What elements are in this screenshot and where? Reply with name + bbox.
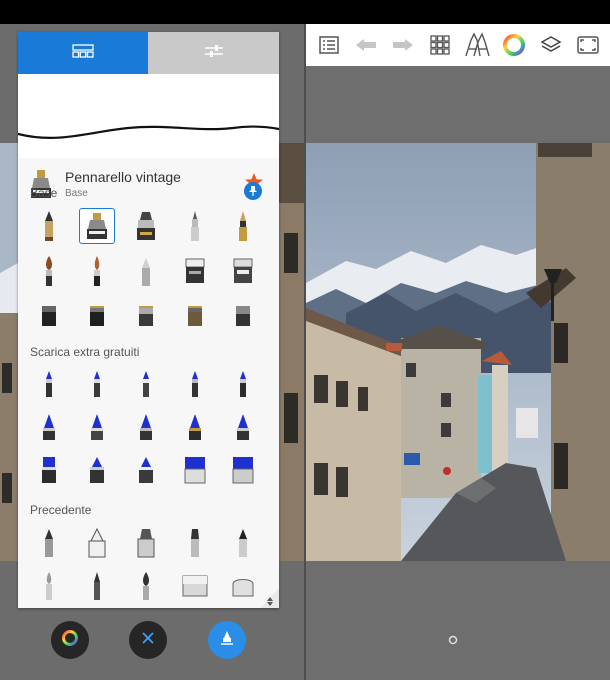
brush-pencil[interactable] xyxy=(31,208,67,244)
brush-airbrush[interactable] xyxy=(128,253,164,289)
brush-extra-13[interactable] xyxy=(128,452,164,488)
close-icon xyxy=(141,631,155,650)
brush-extra-8[interactable] xyxy=(128,409,164,445)
brush-previous-8[interactable] xyxy=(128,568,164,604)
brush-extra-9[interactable] xyxy=(177,409,213,445)
brush-previous-2[interactable] xyxy=(79,525,115,561)
list-icon[interactable] xyxy=(314,30,344,60)
brush-previous-3[interactable] xyxy=(128,525,164,561)
stroke-preview xyxy=(18,74,279,158)
tab-brush-settings[interactable] xyxy=(148,32,279,74)
brush-extra-1[interactable] xyxy=(31,366,67,402)
brush-extra-14[interactable] xyxy=(177,452,213,488)
brush-extra-11[interactable] xyxy=(31,452,67,488)
brush-previous-1[interactable] xyxy=(31,525,67,561)
brush-flat-marker[interactable] xyxy=(177,253,213,289)
brush-technical-pen[interactable] xyxy=(177,208,213,244)
brush-previous-4[interactable] xyxy=(177,525,213,561)
sliders-icon xyxy=(203,43,225,64)
undo-icon[interactable] xyxy=(351,30,381,60)
layers-icon[interactable] xyxy=(536,30,566,60)
drag-handle-icon[interactable] xyxy=(448,632,458,645)
brush-extra-12[interactable] xyxy=(79,452,115,488)
color-picker-button[interactable] xyxy=(51,621,89,659)
brush-library-panel: Pennarello vintage Base Base Scarica ext… xyxy=(18,32,279,608)
canvas-photo[interactable] xyxy=(306,143,610,561)
brush-pens-icon[interactable] xyxy=(462,30,492,60)
top-toolbar xyxy=(306,24,610,66)
brush-chisel-marker[interactable] xyxy=(128,208,164,244)
brush-ink-pen[interactable] xyxy=(225,208,261,244)
brush-library-icon xyxy=(72,43,94,63)
resize-handle-icon[interactable] xyxy=(261,588,279,608)
brush-round-brush[interactable] xyxy=(31,253,67,289)
section-label-previous: Precedente xyxy=(30,503,92,517)
status-bar xyxy=(0,0,610,24)
brush-extra-3[interactable] xyxy=(128,366,164,402)
brush-smudge[interactable] xyxy=(177,298,213,334)
section-label-extra: Scarica extra gratuiti xyxy=(30,345,140,359)
brush-extra-7[interactable] xyxy=(79,409,115,445)
brush-icon xyxy=(218,629,236,652)
brush-eraser-hard[interactable] xyxy=(79,298,115,334)
panel-tabs xyxy=(18,32,279,74)
brush-tool-button[interactable] xyxy=(208,621,246,659)
brush-set: Base xyxy=(65,188,88,199)
redo-icon[interactable] xyxy=(388,30,418,60)
brush-paint-brush[interactable] xyxy=(79,253,115,289)
brush-eraser-soft[interactable] xyxy=(31,298,67,334)
canvas-photo-right-edge xyxy=(278,143,304,561)
grid-icon[interactable] xyxy=(425,30,455,60)
section-label-base: Base xyxy=(30,186,58,200)
brush-extra-4[interactable] xyxy=(177,366,213,402)
pin-icon[interactable] xyxy=(244,182,262,200)
brush-vintage-marker[interactable] xyxy=(79,208,115,244)
canvas-photo-left-edge xyxy=(0,143,18,561)
color-wheel-icon[interactable] xyxy=(499,30,529,60)
current-brush-header: Pennarello vintage Base xyxy=(18,158,279,208)
brush-wide-marker[interactable] xyxy=(225,253,261,289)
brush-name: Pennarello vintage xyxy=(65,169,181,185)
brush-extra-10[interactable] xyxy=(225,409,261,445)
brush-previous-6[interactable] xyxy=(31,568,67,604)
brush-previous-9[interactable] xyxy=(177,568,213,604)
brush-texture[interactable] xyxy=(225,298,261,334)
fullscreen-icon[interactable] xyxy=(573,30,603,60)
brush-extra-6[interactable] xyxy=(31,409,67,445)
brush-extra-5[interactable] xyxy=(225,366,261,402)
brush-previous-10[interactable] xyxy=(225,568,261,604)
color-wheel-icon xyxy=(61,629,79,652)
brush-extra-15[interactable] xyxy=(225,452,261,488)
brush-extra-2[interactable] xyxy=(79,366,115,402)
tab-brush-library[interactable] xyxy=(18,32,148,74)
brush-previous-5[interactable] xyxy=(225,525,261,561)
close-panel-button[interactable] xyxy=(129,621,167,659)
brush-blender[interactable] xyxy=(128,298,164,334)
brush-previous-7[interactable] xyxy=(79,568,115,604)
